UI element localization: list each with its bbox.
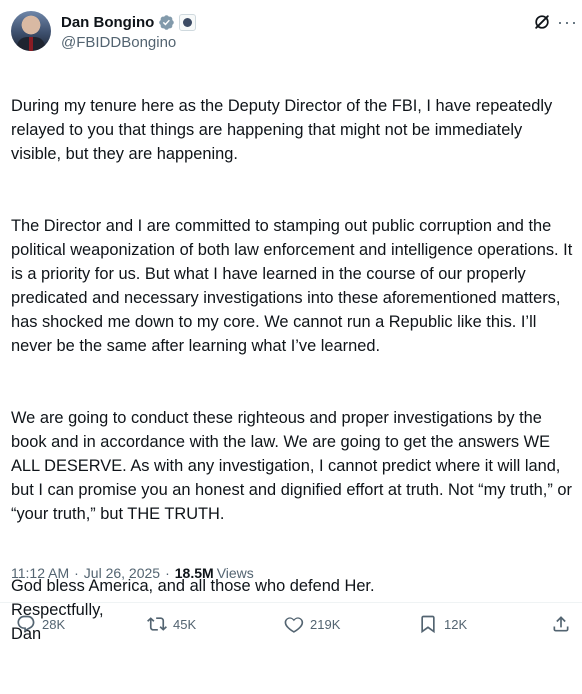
- reply-icon: [17, 615, 35, 632]
- repost-count: 45K: [173, 616, 197, 632]
- reply-button[interactable]: 28K: [16, 614, 65, 634]
- avatar[interactable]: [11, 11, 51, 51]
- post-paragraph: The Director and I are committed to stam…: [11, 217, 573, 355]
- meta-separator: ·: [165, 565, 170, 581]
- action-bar: 28K 45K 219K 12K: [0, 612, 582, 644]
- repost-icon: [147, 617, 167, 631]
- share-icon: [553, 616, 569, 632]
- repost-button[interactable]: 45K: [147, 614, 196, 634]
- verified-badge-icon[interactable]: [158, 14, 175, 31]
- affiliation-badge-icon[interactable]: [179, 13, 197, 31]
- share-button[interactable]: [551, 614, 571, 634]
- post-body: During my tenure here as the Deputy Dire…: [11, 70, 573, 694]
- post-meta: 11:12 AM · Jul 26, 2025 · 18.5M Views: [11, 565, 254, 581]
- post-time[interactable]: 11:12 AM: [11, 565, 69, 581]
- grok-icon[interactable]: [532, 12, 552, 32]
- author-name[interactable]: Dan Bongino: [61, 14, 154, 31]
- like-count: 219K: [310, 616, 341, 632]
- bookmark-icon: [421, 615, 435, 634]
- avatar-tie: [29, 37, 33, 51]
- divider: [0, 602, 582, 603]
- views-label: Views: [216, 565, 254, 581]
- views-count[interactable]: 18.5M: [175, 565, 214, 581]
- bookmark-button[interactable]: 12K: [418, 614, 467, 634]
- post-date[interactable]: Jul 26, 2025: [84, 565, 160, 581]
- author-handle[interactable]: @FBIDDBongino: [61, 34, 176, 51]
- more-icon[interactable]: ···: [557, 12, 578, 32]
- meta-separator: ·: [74, 565, 79, 581]
- post-paragraph: During my tenure here as the Deputy Dire…: [11, 97, 553, 163]
- post-header: Dan Bongino @FBIDDBongino ···: [0, 0, 582, 60]
- like-button[interactable]: 219K: [284, 614, 340, 634]
- heart-icon: [284, 617, 304, 633]
- author-name-row: Dan Bongino: [61, 12, 197, 32]
- bookmark-count: 12K: [444, 616, 468, 632]
- reply-count: 28K: [42, 616, 66, 632]
- post-paragraph: We are going to conduct these righteous …: [11, 409, 572, 523]
